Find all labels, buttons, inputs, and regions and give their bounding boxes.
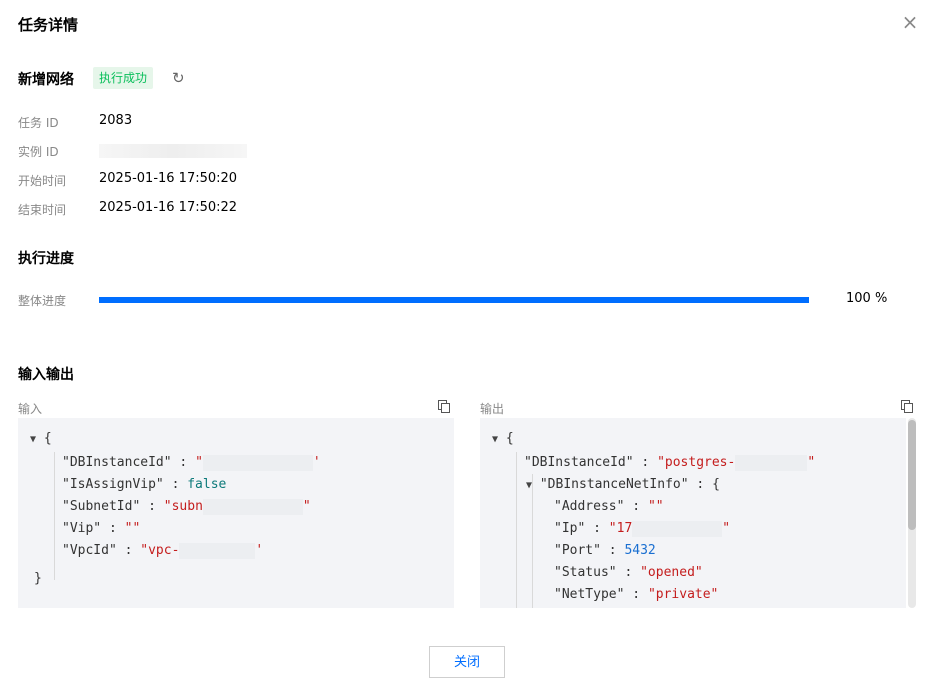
progress-section-title: 执行进度 — [18, 251, 74, 267]
status-badge: 执行成功 — [93, 67, 154, 89]
json-sep: : — [171, 455, 196, 470]
json-value: "subn — [163, 499, 203, 514]
json-value: "17 — [608, 521, 633, 536]
json-sep: : — [616, 565, 641, 580]
json-value: "vpc- — [140, 543, 180, 558]
json-key: "Vip" — [62, 521, 102, 536]
json-key: "Ip" — [554, 521, 586, 536]
json-sep: : — [585, 521, 609, 536]
copy-output-icon[interactable] — [901, 400, 913, 413]
json-key: "DBInstanceId" — [524, 455, 634, 470]
json-value-end: ' — [312, 455, 321, 470]
json-value: "postgres- — [657, 455, 736, 470]
redacted-value — [179, 542, 256, 559]
start-time-label: 开始时间 — [18, 174, 67, 188]
json-sep: : — [624, 587, 648, 602]
end-time-value: 2025-01-16 17:50:22 — [99, 200, 238, 215]
dialog-title: 任务详情 — [18, 16, 79, 34]
collapse-toggle-icon[interactable]: ▼ — [30, 434, 36, 445]
json-sep: : — [633, 455, 658, 470]
io-section-title: 输入输出 — [18, 367, 74, 383]
json-value: "private" — [647, 587, 719, 602]
json-sep: : — [600, 543, 625, 558]
collapse-toggle-icon[interactable]: ▼ — [492, 434, 498, 445]
start-time-value: 2025-01-16 17:50:20 — [99, 171, 238, 186]
input-json-panel[interactable]: ▼ { "DBInstanceId" : " ' "IsAssignVip" : … — [18, 418, 454, 608]
instance-id-label: 实例 ID — [18, 145, 59, 159]
close-icon[interactable]: × — [900, 12, 920, 32]
json-sep: : — [688, 477, 713, 492]
progress-percent: 100 % — [846, 291, 888, 306]
output-label: 输出 — [480, 402, 505, 416]
redacted-value — [735, 454, 808, 471]
progress-bar-fill — [99, 297, 809, 303]
json-value: " — [195, 455, 203, 470]
json-key: "IsAssignVip" — [62, 477, 164, 492]
json-sep: : — [163, 477, 188, 492]
instance-id-value-redacted — [99, 144, 247, 158]
json-key: "NetType" — [554, 587, 625, 602]
json-key: "Address" — [554, 499, 625, 514]
json-value: "" — [124, 521, 141, 536]
refresh-icon[interactable]: ↻ — [172, 69, 185, 87]
json-key: "DBInstanceNetInfo" — [539, 477, 689, 492]
json-key: "Port" — [554, 543, 601, 558]
redacted-value — [202, 498, 303, 515]
redacted-value — [202, 454, 313, 471]
output-json-panel[interactable]: ▼ { "DBInstanceId" : "postgres- " ▼ "DBIn… — [480, 418, 906, 608]
json-brace: { — [43, 431, 52, 446]
json-value-end: " — [302, 499, 311, 514]
json-key: "VpcId" — [62, 543, 117, 558]
progress-label: 整体进度 — [18, 294, 67, 308]
progress-bar — [99, 297, 809, 303]
json-key: "DBInstanceId" — [62, 455, 172, 470]
json-value-end: " — [722, 521, 731, 536]
close-button[interactable]: 关闭 — [429, 646, 505, 678]
json-key: "SubnetId" — [62, 499, 141, 514]
json-sep: : — [140, 499, 164, 514]
task-name: 新增网络 — [18, 72, 74, 88]
json-brace: { — [712, 477, 720, 492]
json-brace: { — [505, 431, 514, 446]
json-value: "" — [647, 499, 664, 514]
task-id-label: 任务 ID — [18, 116, 59, 130]
json-value: 5432 — [624, 543, 656, 558]
json-sep: : — [116, 543, 141, 558]
indent-guide — [516, 452, 517, 608]
redacted-value — [632, 520, 723, 537]
json-value: "opened" — [640, 565, 703, 580]
json-value-end: " — [807, 455, 816, 470]
task-id-value: 2083 — [99, 113, 133, 128]
json-key: "Status" — [554, 565, 617, 580]
output-scrollbar-thumb[interactable] — [908, 420, 916, 530]
json-value: false — [187, 477, 227, 492]
json-sep: : — [101, 521, 125, 536]
json-value-end: ' — [255, 543, 264, 558]
input-label: 输入 — [18, 402, 43, 416]
json-sep: : — [624, 499, 648, 514]
json-brace: } — [34, 571, 42, 586]
indent-guide — [54, 452, 55, 580]
collapse-toggle-icon[interactable]: ▼ — [526, 480, 532, 491]
end-time-label: 结束时间 — [18, 203, 67, 217]
copy-input-icon[interactable] — [438, 400, 450, 413]
